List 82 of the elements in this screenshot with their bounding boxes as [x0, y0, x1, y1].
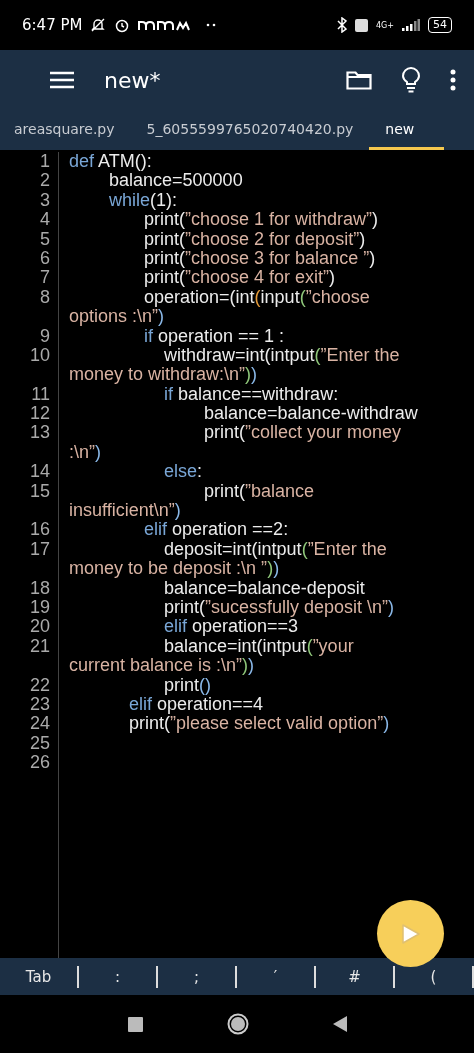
line-number: 19: [0, 598, 59, 618]
key-button[interactable]: (: [395, 967, 473, 986]
code-line: current balance is :\n”)): [68, 656, 255, 676]
line-number: 10: [0, 345, 59, 366]
code-line: balance=500000: [109, 171, 243, 191]
line-number: 22: [0, 675, 59, 695]
code-line: options :\n”): [68, 307, 165, 327]
line-number: 5: [0, 229, 59, 249]
line-number: 9: [0, 326, 59, 346]
code-line: print(”sucessfully deposit \n”): [163, 598, 395, 618]
line-number: 16: [0, 520, 59, 540]
code-line: def ATM():: [68, 152, 152, 172]
line-number: 24: [0, 714, 59, 734]
bluetooth-icon: [337, 17, 347, 33]
recents-button-icon[interactable]: [127, 1016, 143, 1032]
battery-level: 54: [428, 17, 452, 33]
status-time: 6:47 PM: [22, 16, 83, 34]
lightbulb-icon[interactable]: [402, 67, 420, 93]
code-line: operation=(int(input(”choose: [143, 287, 370, 308]
key-button[interactable]: :: [79, 967, 157, 986]
code-line: elif operation ==2:: [143, 520, 289, 540]
code-line: while(1):: [108, 190, 178, 211]
more-options-icon[interactable]: [450, 69, 456, 91]
code-line: print(): [163, 675, 212, 695]
code-line: deposit=int(intput(”Enter the: [163, 539, 387, 560]
code-line: money to withdraw:\n”)): [68, 365, 258, 385]
line-number: 6: [0, 248, 59, 269]
code-line: print(”balance: [203, 481, 315, 502]
line-number: 17: [0, 539, 59, 560]
line-number: 14: [0, 462, 59, 482]
line-number: 26: [0, 753, 59, 773]
code-line: money to be deposit :\n ”)): [68, 559, 280, 579]
code-line: :\n”): [68, 442, 101, 463]
menu-icon[interactable]: [50, 71, 74, 89]
network-type: 4G+: [376, 20, 394, 30]
code-line: insufficient\n”): [68, 501, 181, 521]
line-number: 20: [0, 617, 59, 637]
code-line: if balance==withdraw:: [163, 384, 339, 405]
line-number: 12: [0, 404, 59, 424]
file-tab[interactable]: areasquare.py: [0, 110, 131, 150]
line-number: 18: [0, 578, 59, 598]
line-number: 11: [0, 384, 59, 405]
code-line: else:: [163, 462, 203, 482]
code-line: print(”please select valid option”): [128, 714, 390, 734]
code-line: print(”collect your money: [203, 423, 402, 443]
line-number: 1: [0, 152, 59, 172]
play-icon: [400, 922, 421, 945]
key-button[interactable]: Tab: [0, 967, 78, 986]
key-button[interactable]: ;: [158, 967, 236, 986]
line-number: 7: [0, 268, 59, 288]
code-line: withdraw=int(intput(”Enter the: [164, 345, 400, 366]
code-line: balance=balance-deposit: [163, 578, 365, 598]
code-line: elif operation==3: [163, 617, 299, 637]
code-line: if operation == 1 :: [143, 326, 285, 346]
code-line: print(”choose 1 for withdraw”): [143, 210, 379, 230]
notification-icon: [90, 17, 107, 33]
home-button-icon[interactable]: [226, 1013, 249, 1035]
line-number: 3: [0, 190, 59, 211]
file-tab[interactable]: 5_6055599765020740420.py: [130, 110, 370, 150]
code-line: balance=balance-withdraw: [203, 404, 418, 424]
line-number: 23: [0, 694, 59, 715]
code-line: balance=int(intput(”your: [163, 636, 354, 657]
line-number: 13: [0, 423, 59, 443]
file-title: new*: [104, 67, 162, 93]
folder-icon[interactable]: [346, 70, 372, 90]
line-number: 4: [0, 210, 59, 230]
line-number: 15: [0, 481, 59, 502]
line-number: 21: [0, 636, 59, 657]
alarm-icon: [114, 17, 131, 33]
signal-icon: [402, 19, 420, 31]
file-tab[interactable]: new: [369, 110, 445, 150]
code-line: print(”choose 3 for balance ”): [143, 248, 376, 269]
key-button[interactable]: #: [316, 967, 394, 986]
more-notifications-icon: [206, 23, 217, 27]
code-line: print(”choose 4 for exit”): [143, 268, 336, 288]
line-number: 8: [0, 287, 59, 308]
code-line: elif operation==4: [128, 694, 264, 715]
back-button-icon[interactable]: [332, 1016, 347, 1032]
line-number: 2: [0, 171, 59, 191]
line-number: 25: [0, 733, 59, 754]
key-button[interactable]: ′: [237, 967, 315, 986]
code-line: print(”choose 2 for deposit”): [143, 229, 366, 249]
